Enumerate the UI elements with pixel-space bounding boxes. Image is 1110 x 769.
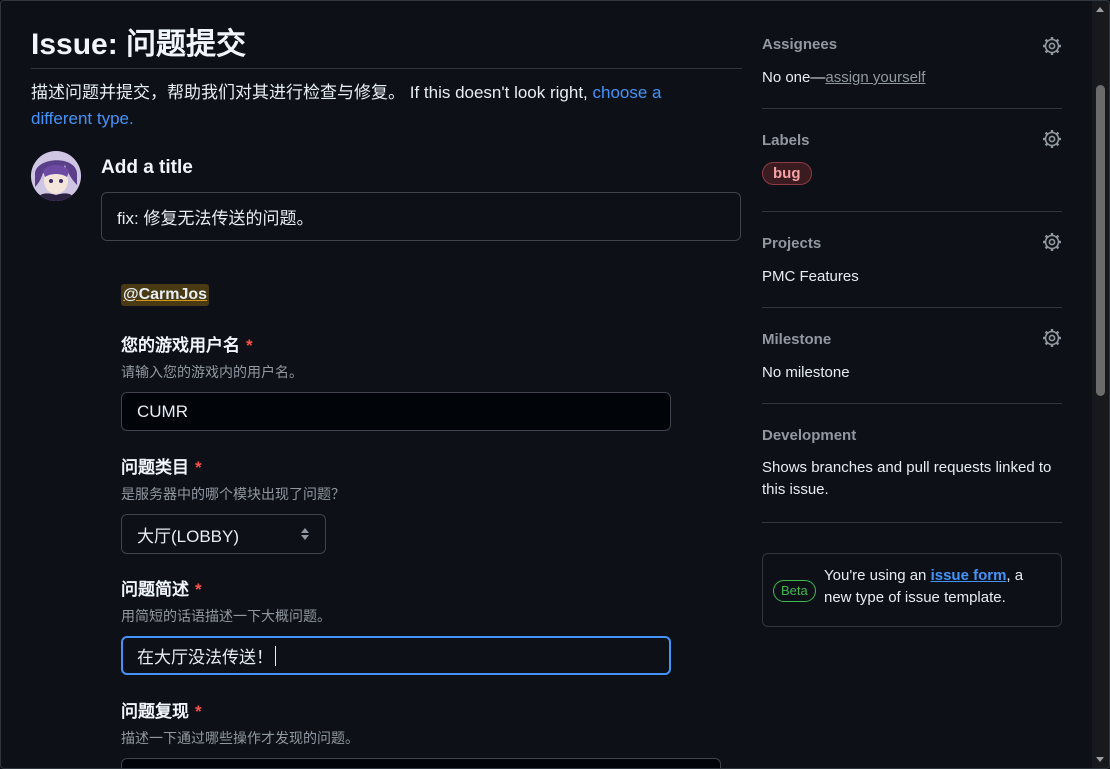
gear-icon[interactable]: [1042, 36, 1062, 56]
sidebar-divider: [762, 108, 1062, 109]
issue-form-link[interactable]: issue form: [931, 567, 1007, 584]
beta-notice: Beta You're using an issue form, a new t…: [762, 553, 1062, 627]
summary-label-text: 问题简述: [121, 580, 189, 599]
assignees-value: No one—assign yourself: [762, 69, 925, 86]
category-hint: 是服务器中的哪个模块出现了问题？: [121, 486, 345, 502]
development-heading: Development: [762, 427, 857, 444]
required-marker: *: [195, 458, 202, 477]
username-label: 您的游戏用户名 *: [121, 331, 253, 356]
category-selected-value: 大厅(LOBBY): [137, 526, 240, 546]
username-hint: 请输入您的游戏内的用户名。: [121, 364, 303, 380]
gear-icon[interactable]: [1042, 328, 1062, 348]
vertical-scrollbar[interactable]: [1092, 1, 1109, 768]
required-marker: *: [246, 336, 253, 355]
text-caret: [275, 645, 276, 666]
beta-badge: Beta: [773, 580, 816, 602]
sidebar-divider: [762, 307, 1062, 308]
sidebar-divider: [762, 522, 1062, 523]
assign-yourself-link[interactable]: assign yourself: [825, 69, 925, 86]
sidebar-divider: [762, 403, 1062, 404]
username-input[interactable]: CUMR: [121, 392, 671, 431]
reproduce-textarea[interactable]: [121, 758, 721, 768]
projects-heading: Projects: [762, 235, 822, 252]
beta-text-before: You're using an: [824, 567, 931, 584]
avatar-image: [31, 151, 81, 201]
scroll-thumb[interactable]: [1096, 85, 1105, 396]
sidebar-divider: [762, 211, 1062, 212]
category-label: 问题类目 *: [121, 453, 202, 478]
username-label-text: 您的游戏用户名: [121, 336, 240, 355]
projects-value[interactable]: PMC Features: [762, 268, 859, 285]
summary-hint: 用简短的话语描述一下大概问题。: [121, 608, 331, 624]
beta-text: You're using an issue form, a new type o…: [824, 565, 1054, 609]
description-text: 描述问题并提交，帮助我们对其进行检查与修复。 If this doesn't l…: [31, 83, 593, 102]
title-divider: [31, 68, 742, 69]
labels-heading: Labels: [762, 132, 810, 149]
summary-label: 问题简述 *: [121, 575, 202, 600]
category-label-text: 问题类目: [121, 458, 189, 477]
gear-icon[interactable]: [1042, 129, 1062, 149]
scroll-up-arrow-icon[interactable]: [1096, 7, 1104, 12]
milestone-value: No milestone: [762, 364, 850, 381]
reproduce-hint: 描述一下通过哪些操作才发现的问题。: [121, 730, 359, 746]
required-marker: *: [195, 580, 202, 599]
summary-input[interactable]: 在大厅没法传送！: [121, 636, 671, 675]
add-title-label: Add a title: [101, 157, 193, 178]
title-input[interactable]: [101, 192, 741, 241]
summary-value: 在大厅没法传送！: [137, 648, 273, 667]
issue-form-page: Issue: 问题提交 描述问题并提交，帮助我们对其进行检查与修复。 If th…: [0, 0, 1110, 769]
username-value: CUMR: [137, 401, 188, 421]
assignees-none-text: No one—: [762, 69, 826, 86]
updown-icon: [301, 528, 309, 540]
page-description: 描述问题并提交，帮助我们对其进行检查与修复。 If this doesn't l…: [31, 80, 721, 132]
milestone-heading: Milestone: [762, 331, 832, 348]
gear-icon[interactable]: [1042, 232, 1062, 252]
assignees-heading: Assignees: [762, 36, 838, 53]
label-bug[interactable]: bug: [762, 162, 812, 185]
category-select[interactable]: 大厅(LOBBY): [121, 514, 326, 554]
user-mention[interactable]: @CarmJos: [121, 284, 210, 306]
reproduce-label: 问题复现 *: [121, 697, 202, 722]
page-title: Issue: 问题提交: [31, 28, 247, 61]
avatar: [31, 151, 81, 201]
reproduce-label-text: 问题复现: [121, 702, 189, 721]
scroll-down-arrow-icon[interactable]: [1096, 757, 1104, 762]
required-marker: *: [195, 702, 202, 721]
development-value: Shows branches and pull requests linked …: [762, 459, 1052, 498]
